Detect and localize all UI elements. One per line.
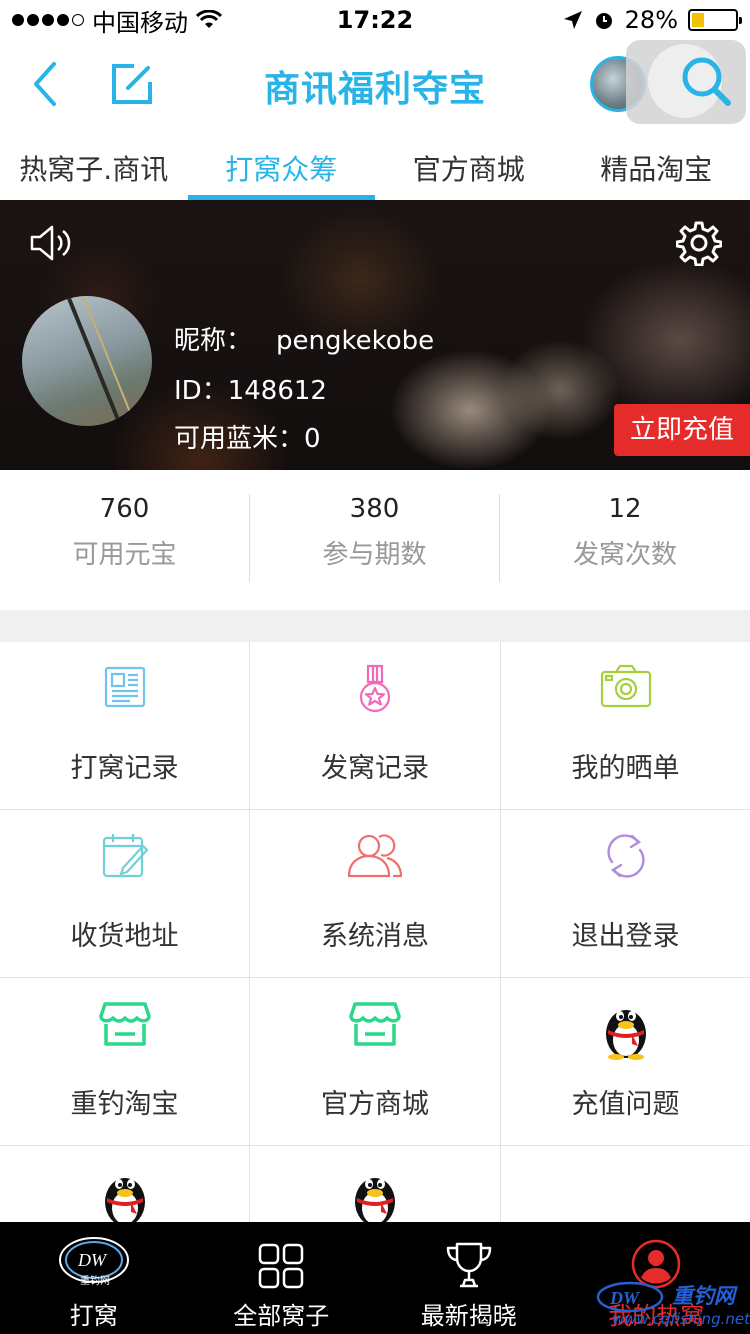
gear-icon[interactable] — [676, 220, 722, 266]
stats-row: 760 可用元宝 380 参与期数 12 发窝次数 — [0, 470, 750, 610]
menu-item-label: 充值问题 — [571, 1089, 680, 1120]
stat-value: 380 — [349, 494, 400, 524]
dw-logo-icon: DW 重钓网 — [58, 1237, 129, 1287]
menu-item-shipping-address[interactable]: 收货地址 — [0, 810, 249, 977]
menu-item-label: 退出登录 — [571, 921, 680, 952]
medal-icon — [359, 664, 391, 713]
camera-icon — [600, 664, 651, 708]
user-profile-icon — [632, 1239, 681, 1289]
battery-fill — [692, 13, 704, 27]
menu-item-logout[interactable]: 退出登录 — [501, 810, 750, 977]
stat-posts[interactable]: 12 发窝次数 — [500, 494, 750, 582]
nickname-line: 昵称： pengkekobe — [174, 320, 434, 357]
menu-item-post-records[interactable]: 发窝记录 — [250, 642, 500, 809]
menu-item-label: 发窝记录 — [321, 753, 429, 784]
tab-hot-spots[interactable]: 热窝子.商讯 — [0, 128, 188, 200]
bottom-tab-label: 最新揭晓 — [420, 1302, 517, 1330]
battery-percent: 28% — [624, 6, 678, 34]
bottom-tab-latest-results[interactable]: 最新揭晓 — [375, 1222, 563, 1334]
qq-penguin-icon — [355, 1178, 395, 1226]
menu-item-label: 我的晒单 — [571, 753, 680, 784]
carrier-name: 中国移动 — [92, 8, 188, 37]
qq-penguin-icon — [104, 1178, 145, 1226]
menu-item-official-store[interactable]: 官方商城 — [250, 978, 500, 1145]
menu-item-my-showcase[interactable]: 我的晒单 — [501, 642, 750, 809]
stat-label: 可用元宝 — [72, 540, 177, 570]
battery-icon — [688, 9, 742, 31]
tab-crowdfunding[interactable]: 打窝众筹 — [187, 128, 376, 200]
nav-bar: 商讯福利夺宝 — [0, 40, 750, 128]
speaker-icon[interactable] — [28, 222, 74, 264]
blue-rice-balance: 可用蓝米：0 — [174, 424, 321, 454]
tab-bar: 热窝子.商讯 打窝众筹 官方商城 精品淘宝 — [0, 128, 750, 200]
wifi-icon — [196, 10, 222, 28]
menu-grid: 打窝记录 发窝记录 我的晒单 收货地址 系统消息 退出登录 重钓淘宝 官方商城 … — [0, 642, 750, 1313]
store-icon — [98, 1002, 151, 1046]
stat-value: 12 — [608, 494, 642, 524]
qq-penguin-icon — [605, 1010, 646, 1060]
stat-label: 发窝次数 — [572, 540, 677, 570]
signal-strength-icon — [12, 14, 84, 26]
status-right: 28% — [563, 6, 742, 34]
menu-item-label: 重钓淘宝 — [70, 1089, 179, 1120]
menu-item-label: 系统消息 — [321, 921, 429, 952]
stat-participations[interactable]: 380 参与期数 — [250, 494, 500, 582]
refresh-icon — [606, 834, 645, 878]
menu-item-recharge-help[interactable]: 充值问题 — [501, 978, 750, 1145]
user-id: ID：148612 — [174, 376, 327, 406]
nickname-label: 昵称： — [174, 326, 253, 356]
menu-item-bait-records[interactable]: 打窝记录 — [0, 642, 249, 809]
menu-item-system-messages[interactable]: 系统消息 — [250, 810, 500, 977]
status-left: 中国移动 — [12, 3, 312, 38]
trophy-icon — [446, 1242, 491, 1288]
stat-label: 参与期数 — [322, 540, 427, 570]
nickname-value: pengkekobe — [276, 326, 435, 356]
bottom-tab-bar: DW 重钓网 打窝 全部窝子 最新揭晓 我的热窝 — [0, 1222, 750, 1334]
recharge-button[interactable]: 立即充值 — [614, 404, 750, 456]
notepad-icon — [102, 834, 148, 878]
menu-item-cq-taobao[interactable]: 重钓淘宝 — [0, 978, 249, 1145]
stat-value: 760 — [99, 494, 150, 524]
location-arrow-icon — [563, 11, 582, 29]
bottom-tab-label: 全部窝子 — [233, 1302, 330, 1330]
bottom-tab-label: 我的热窝 — [608, 1302, 705, 1330]
stat-ingots[interactable]: 760 可用元宝 — [0, 494, 250, 582]
search-icon — [682, 57, 731, 106]
store-icon — [349, 1002, 401, 1046]
users-icon — [347, 834, 403, 878]
svg-text:重钓网: 重钓网 — [80, 1274, 110, 1287]
bottom-tab-label: 打窝 — [69, 1302, 118, 1330]
status-bar: 中国移动 17:22 28% — [0, 0, 750, 40]
profile-avatar[interactable] — [22, 296, 152, 426]
bottom-tab-my-spots[interactable]: 我的热窝 — [563, 1222, 750, 1334]
search-button[interactable] — [626, 40, 746, 124]
grid-icon — [259, 1243, 304, 1289]
svg-text:DW: DW — [77, 1250, 108, 1270]
menu-item-label: 打窝记录 — [70, 753, 179, 784]
alarm-icon — [595, 13, 612, 29]
profile-banner: 昵称： pengkekobe ID：148612 可用蓝米：0 立即充值 — [0, 200, 750, 470]
menu-item-label: 收货地址 — [70, 921, 179, 952]
document-icon — [104, 666, 145, 708]
bottom-tab-all-spots[interactable]: 全部窝子 — [188, 1222, 376, 1334]
bottom-tab-bait[interactable]: DW 重钓网 打窝 — [0, 1222, 188, 1334]
tab-taobao[interactable]: 精品淘宝 — [563, 128, 750, 200]
menu-item-label: 官方商城 — [321, 1089, 429, 1120]
tab-official-store[interactable]: 官方商城 — [375, 128, 563, 200]
